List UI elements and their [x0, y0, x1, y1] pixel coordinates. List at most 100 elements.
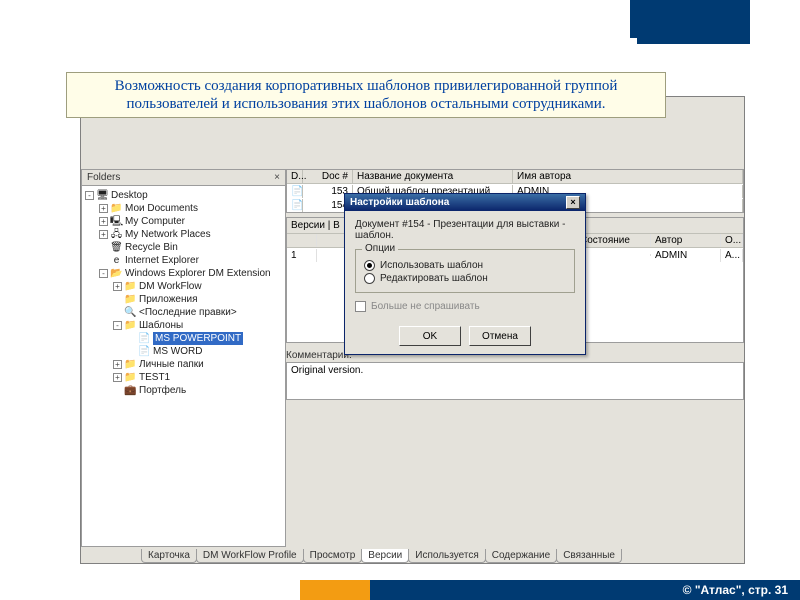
- tree-item[interactable]: 🗑Recycle Bin: [85, 241, 283, 254]
- expander-icon[interactable]: +: [99, 230, 108, 239]
- folder-icon: 📄: [138, 333, 151, 345]
- folder-icon: 💼: [124, 385, 137, 397]
- expander-icon[interactable]: +: [99, 217, 108, 226]
- expander-icon[interactable]: -: [99, 269, 108, 278]
- tree-item[interactable]: +🖧My Network Places: [85, 228, 283, 241]
- folder-icon: 📁: [110, 203, 123, 215]
- tree-label: My Network Places: [125, 228, 211, 241]
- radio-use-template[interactable]: Использовать шаблон: [364, 260, 566, 271]
- col-name[interactable]: Название документа: [353, 170, 513, 183]
- folder-tree[interactable]: -🖥Desktop+📁Мои Documents+🖳My Computer+🖧M…: [82, 186, 285, 400]
- tree-label: MS POWERPOINT: [153, 332, 243, 345]
- tree-label: TEST1: [139, 371, 170, 384]
- radio-edit-template[interactable]: Редактировать шаблон: [364, 273, 566, 284]
- folder-icon: 📁: [124, 359, 137, 371]
- ok-button[interactable]: OK: [399, 326, 461, 346]
- folder-icon: 📁: [124, 294, 137, 306]
- tree-item[interactable]: 🔍<Последние правки>: [85, 306, 283, 319]
- bottom-tab[interactable]: Карточка: [141, 549, 197, 563]
- folder-icon: 📂: [110, 268, 123, 280]
- folder-icon: 🗑: [110, 242, 123, 254]
- bottom-tab[interactable]: Просмотр: [303, 549, 363, 563]
- bottom-tab[interactable]: Связанные: [556, 549, 622, 563]
- tree-item[interactable]: +📁Личные папки: [85, 358, 283, 371]
- folders-header-label: Folders: [87, 172, 120, 183]
- tree-label: Приложения: [139, 293, 198, 306]
- folders-panel: Folders × -🖥Desktop+📁Мои Documents+🖳My C…: [81, 169, 286, 547]
- folder-icon: 🖥: [96, 190, 109, 202]
- expander-icon[interactable]: +: [99, 204, 108, 213]
- col-author[interactable]: Имя автора: [513, 170, 743, 183]
- tree-item[interactable]: 📁Приложения: [85, 293, 283, 306]
- checkbox-label: Больше не спрашивать: [371, 301, 480, 312]
- bottom-tab[interactable]: DM WorkFlow Profile: [196, 549, 304, 563]
- tree-label: Recycle Bin: [125, 241, 178, 254]
- expander-icon[interactable]: -: [85, 191, 94, 200]
- bottom-tab[interactable]: Версии: [361, 549, 409, 563]
- radio-icon[interactable]: [364, 260, 375, 271]
- tree-item[interactable]: -📂Windows Explorer DM Extension: [85, 267, 283, 280]
- tree-label: <Последние правки>: [139, 306, 237, 319]
- col-dd[interactable]: D...: [287, 170, 303, 183]
- tree-item[interactable]: 💼Портфель: [85, 384, 283, 397]
- radio-label: Использовать шаблон: [380, 260, 483, 271]
- template-settings-dialog: Настройки шаблона × Документ #154 - През…: [344, 193, 586, 355]
- expander-icon[interactable]: +: [113, 282, 122, 291]
- tree-label: My Computer: [125, 215, 185, 228]
- footer-text: © "Атлас", стр. 31: [683, 583, 788, 597]
- checkbox-icon: [355, 301, 366, 312]
- folder-icon: 📁: [124, 281, 137, 293]
- tree-item[interactable]: +📁DM WorkFlow: [85, 280, 283, 293]
- tree-item[interactable]: 📄MS WORD: [85, 345, 283, 358]
- dialog-title: Настройки шаблона: [350, 197, 449, 208]
- doclist-header: D... Doc # Название документа Имя автора: [287, 170, 743, 184]
- folder-icon: 📁: [124, 320, 137, 332]
- tree-item[interactable]: +📁TEST1: [85, 371, 283, 384]
- expander-icon[interactable]: +: [113, 360, 122, 369]
- tree-item[interactable]: 📄MS POWERPOINT: [85, 332, 283, 345]
- folder-icon: 🖳: [110, 216, 123, 228]
- decor-orange: [300, 580, 370, 600]
- tree-label: Личные папки: [139, 358, 204, 371]
- tree-item[interactable]: +🖳My Computer: [85, 215, 283, 228]
- col-state[interactable]: Состояние: [576, 234, 651, 247]
- tree-item[interactable]: eInternet Explorer: [85, 254, 283, 267]
- expander-icon[interactable]: -: [113, 321, 122, 330]
- col-o[interactable]: О...: [721, 234, 743, 247]
- close-icon[interactable]: ×: [274, 172, 280, 183]
- folders-header: Folders ×: [82, 170, 285, 186]
- tree-label: Desktop: [111, 189, 148, 202]
- comments-section: Комментарии: Original version.: [286, 349, 744, 400]
- folder-icon: 📁: [124, 372, 137, 384]
- footer-bar: © "Атлас", стр. 31: [370, 580, 800, 600]
- dialog-titlebar[interactable]: Настройки шаблона ×: [345, 194, 585, 211]
- radio-icon[interactable]: [364, 273, 375, 284]
- tree-label: Windows Explorer DM Extension: [125, 267, 271, 280]
- col-ver-author[interactable]: Автор: [651, 234, 721, 247]
- col-docnum[interactable]: Doc #: [303, 170, 353, 183]
- tree-label: Шаблоны: [139, 319, 183, 332]
- tree-label: Internet Explorer: [125, 254, 199, 267]
- tree-item[interactable]: -📁Шаблоны: [85, 319, 283, 332]
- folder-icon: 🖧: [110, 229, 123, 241]
- dialog-close-icon[interactable]: ×: [566, 196, 580, 209]
- options-group: Опции Использовать шаблон Редактировать …: [355, 249, 575, 293]
- comments-box[interactable]: Original version.: [286, 362, 744, 400]
- expander-icon[interactable]: +: [113, 373, 122, 382]
- folder-icon: e: [110, 255, 123, 267]
- decor-block-top: [630, 0, 750, 44]
- bottom-tabs: КарточкаDM WorkFlow ProfileПросмотрВерси…: [81, 547, 744, 563]
- checkbox-dontask: Больше не спрашивать: [355, 301, 575, 312]
- options-legend: Опции: [362, 243, 398, 254]
- folder-icon: 📄: [138, 346, 151, 358]
- tree-item[interactable]: +📁Мои Documents: [85, 202, 283, 215]
- bottom-tab[interactable]: Используется: [408, 549, 485, 563]
- tree-label: MS WORD: [153, 345, 202, 358]
- callout-box: Возможность создания корпоративных шабло…: [66, 72, 666, 118]
- bottom-tab[interactable]: Содержание: [485, 549, 557, 563]
- folder-icon: 🔍: [124, 307, 137, 319]
- cancel-button[interactable]: Отмена: [469, 326, 531, 346]
- tree-item[interactable]: -🖥Desktop: [85, 189, 283, 202]
- dialog-description: Документ #154 - Презентации для выставки…: [355, 219, 575, 241]
- title-bg: [57, 38, 637, 66]
